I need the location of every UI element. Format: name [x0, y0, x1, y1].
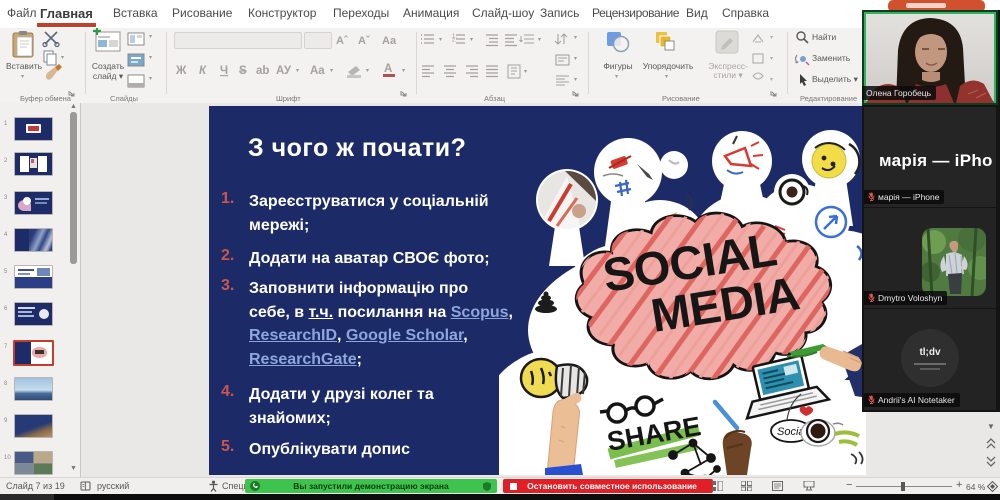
svg-text:Aˇ: Aˇ [358, 35, 370, 47]
svg-text:▾: ▾ [330, 68, 333, 74]
svg-text:А: А [384, 63, 392, 75]
svg-text:▾: ▾ [770, 35, 773, 41]
svg-text:▾: ▾ [538, 37, 541, 43]
svg-text:АУ: АУ [276, 65, 292, 77]
svg-text:Aа: Aа [382, 35, 397, 47]
svg-text:2.: 2. [452, 38, 456, 44]
svg-text:▾: ▾ [524, 69, 527, 75]
svg-text:Ж: Ж [175, 65, 187, 77]
svg-text:▾: ▾ [574, 56, 577, 62]
svg-text:Аa: Аa [310, 65, 325, 77]
svg-text:К: К [199, 65, 207, 77]
svg-text:▾: ▾ [439, 37, 442, 43]
svg-text:▾: ▾ [770, 56, 773, 62]
svg-text:▾: ▾ [402, 68, 405, 74]
svg-text:▾: ▾ [770, 77, 773, 83]
svg-text:▾: ▾ [366, 68, 369, 74]
svg-text:▾: ▾ [149, 55, 152, 61]
svg-text:Aˆ: Aˆ [336, 35, 348, 47]
svg-text:Ч: Ч [220, 65, 228, 77]
svg-text:▾: ▾ [574, 77, 577, 83]
svg-text:▾: ▾ [470, 37, 473, 43]
svg-text:ab: ab [256, 65, 269, 77]
svg-text:▾: ▾ [149, 76, 152, 82]
svg-text:▾: ▾ [296, 68, 299, 74]
svg-text:▾: ▾ [149, 34, 152, 40]
svg-text:S: S [239, 65, 247, 77]
svg-text:▾: ▾ [61, 55, 64, 61]
svg-text:▾: ▾ [574, 35, 577, 41]
